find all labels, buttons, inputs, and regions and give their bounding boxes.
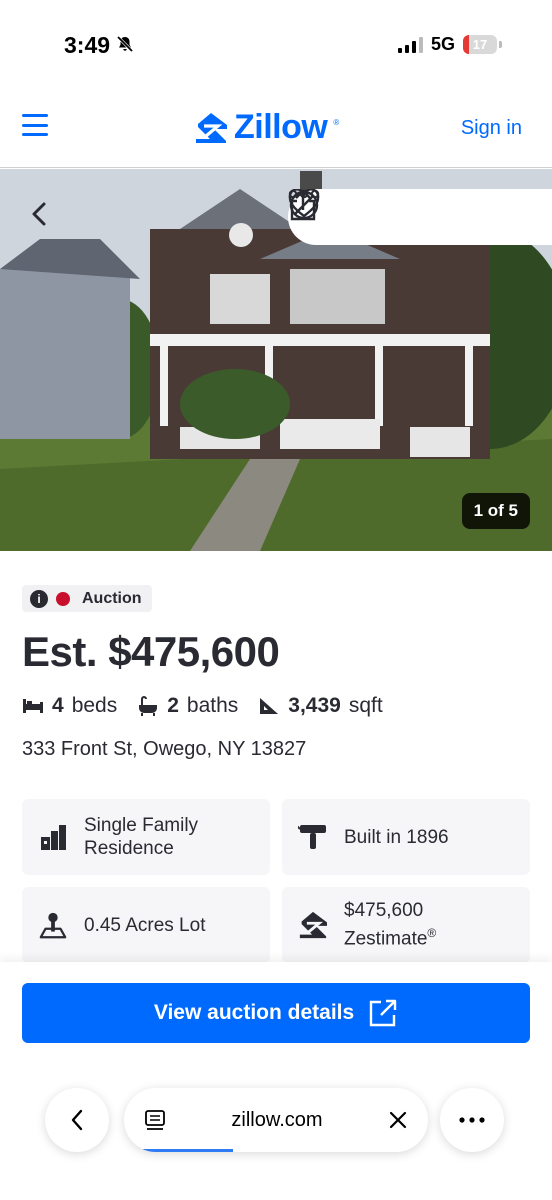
area-ruler-icon [260, 698, 279, 714]
sign-in-link[interactable]: Sign in [461, 117, 522, 140]
highlights-grid: Single Family Residence Built in 1896 0.4… [22, 799, 530, 963]
battery-icon: 17 [463, 35, 497, 54]
more-horizontal-icon [288, 189, 320, 199]
photo-counter: 1 of 5 [461, 493, 530, 529]
sticky-cta-bar: View auction details [0, 962, 552, 1082]
photo-back-button[interactable] [30, 201, 66, 237]
highlight-home-type: Single Family Residence [22, 799, 270, 875]
network-type: 5G [430, 34, 455, 54]
zestimate-icon [298, 910, 328, 940]
browser-more-button[interactable] [440, 1088, 504, 1152]
logo-registered-mark: ® [333, 118, 340, 127]
zillow-z-icon [196, 112, 227, 143]
signal-icon [397, 36, 423, 53]
status-badge-label: Auction [82, 589, 142, 607]
more-horizontal-icon [459, 1117, 485, 1123]
share-button[interactable] [290, 189, 409, 235]
reader-mode-icon[interactable] [144, 1109, 166, 1131]
bathtub-icon [139, 696, 158, 716]
page-load-progress [124, 1149, 234, 1152]
building-icon [38, 822, 68, 852]
listing-photo[interactable]: 1 of 5 [0, 169, 552, 551]
zillow-logo[interactable]: Zillow ® [194, 108, 339, 147]
bell-muted-icon [116, 32, 134, 59]
chevron-left-icon [32, 202, 46, 226]
beds-fact: 4 beds [22, 694, 117, 718]
battery-cap [499, 41, 502, 48]
view-auction-details-button[interactable]: View auction details [22, 983, 530, 1043]
site-header: Zillow ® Sign in [0, 90, 552, 168]
hamburger-menu-icon[interactable] [22, 114, 48, 136]
highlight-year-built: Built in 1896 [282, 799, 530, 875]
status-badge: i Auction [22, 585, 152, 612]
status-indicators: 5G 17 [397, 34, 502, 55]
hammer-icon [298, 822, 328, 852]
baths-fact: 2 baths [137, 694, 238, 718]
browser-toolbar: zillow.com [0, 1082, 552, 1200]
save-heart-button[interactable] [288, 189, 351, 235]
external-link-icon [369, 999, 397, 1027]
listing-address: 333 Front St, Owego, NY 13827 [22, 738, 307, 760]
lot-icon [38, 910, 68, 940]
bed-icon [23, 699, 43, 713]
status-dot-icon [56, 591, 70, 606]
listing-price: Est. $475,600 [22, 628, 280, 675]
info-icon[interactable]: i [30, 589, 48, 608]
close-icon[interactable] [388, 1110, 408, 1130]
cta-label: View auction details [153, 1001, 355, 1024]
logo-text: Zillow [234, 108, 328, 146]
status-time: 3:49 [64, 32, 134, 59]
listing-facts: 4 beds 2 baths 3,439 sqft [22, 694, 403, 718]
url-text: zillow.com [231, 1108, 323, 1131]
highlight-lot-size: 0.45 Acres Lot [22, 887, 270, 963]
chevron-left-icon [71, 1109, 83, 1131]
browser-back-button[interactable] [45, 1088, 109, 1152]
sqft-fact: 3,439 sqft [258, 694, 383, 718]
status-bar: 3:49 5G 17 [0, 0, 552, 90]
address-bar[interactable]: zillow.com [124, 1088, 428, 1152]
highlight-zestimate[interactable]: $475,600 Zestimate® [282, 887, 530, 963]
hide-button[interactable] [289, 190, 467, 235]
listing-actions [288, 189, 552, 245]
more-options-button[interactable] [288, 189, 525, 235]
